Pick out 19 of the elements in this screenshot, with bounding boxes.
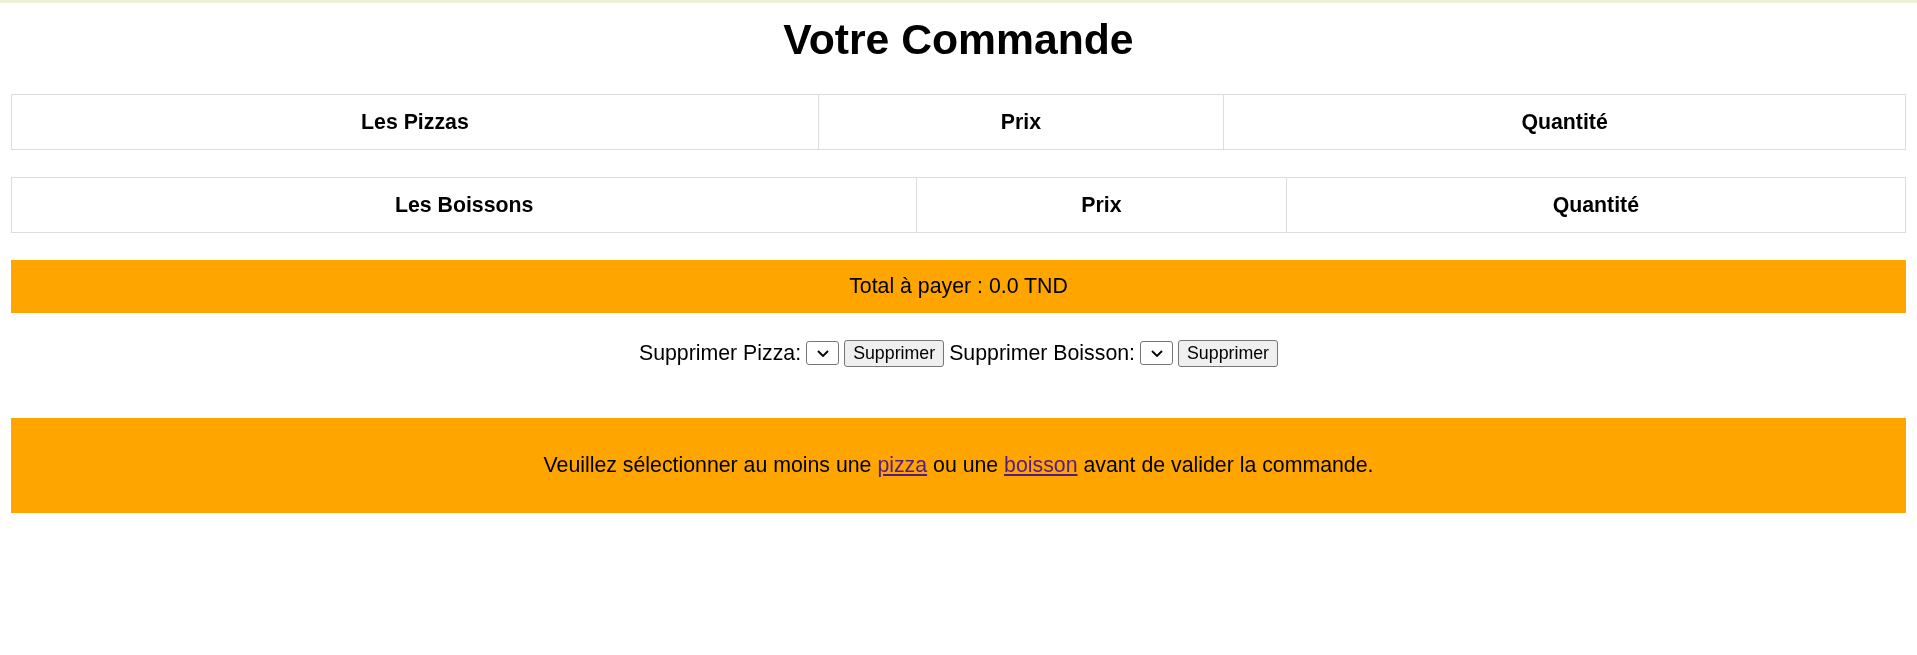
remove-button[interactable]: Supprimer xyxy=(1178,339,1279,367)
page-title: Votre Commande xyxy=(783,15,1134,64)
chevron-down-icon xyxy=(816,349,829,357)
total-banner: Total à payer : 0.0 TND xyxy=(11,260,1906,313)
column-header: Quantité xyxy=(1286,177,1906,233)
chevron-down-icon xyxy=(1150,349,1163,357)
column-header: Les Boissons xyxy=(11,177,917,233)
notice-text: Veuillez sélectionner au moins une pizza ou une boisson avant de valider la commande. xyxy=(543,453,1374,478)
inline-link[interactable]: pizza xyxy=(877,453,928,477)
remove-label: Supprimer Boisson: xyxy=(949,340,1135,366)
inline-link[interactable]: boisson xyxy=(1004,453,1078,477)
column-header: Prix xyxy=(916,177,1287,233)
column-header: Quantité xyxy=(1223,94,1906,150)
dropdown-field[interactable] xyxy=(806,341,840,365)
remove-label: Supprimer Pizza: xyxy=(638,340,802,366)
column-header: Les Pizzas xyxy=(11,94,819,150)
column-header: Prix xyxy=(818,94,1224,150)
dropdown-field[interactable] xyxy=(1140,341,1173,365)
remove-button[interactable]: Supprimer xyxy=(844,339,945,367)
